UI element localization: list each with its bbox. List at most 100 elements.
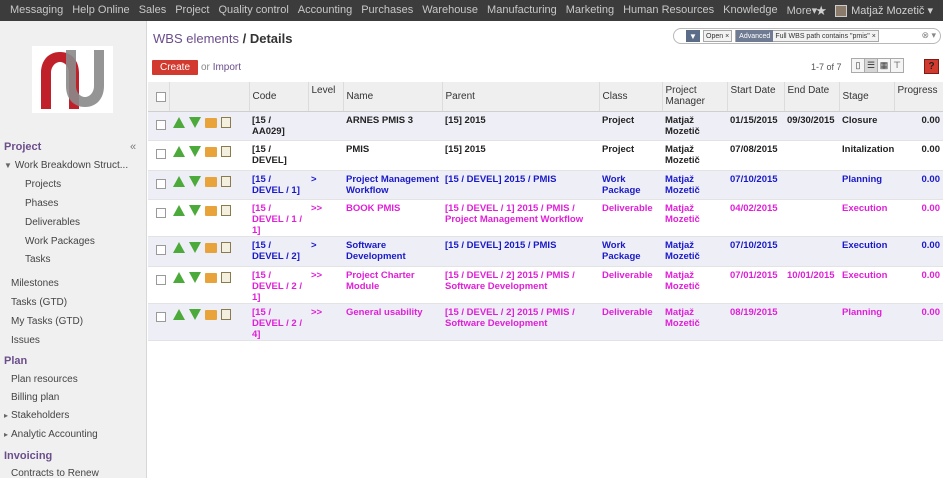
column-header-end-date[interactable]: End Date (784, 82, 840, 112)
sidebar-item-wbs[interactable]: ▼ Work Breakdown Struct... (4, 160, 128, 171)
table-row[interactable]: [15 / DEVEL] PMIS [15] 2015 Project Matjaž M… (148, 140, 943, 171)
column-header-project-manager[interactable]: Project Manager (662, 82, 728, 112)
edit-icon[interactable] (221, 205, 231, 216)
sidebar-item-billing-plan[interactable]: Billing plan (11, 392, 59, 403)
folder-icon[interactable] (205, 243, 217, 253)
sidebar-item-projects[interactable]: Projects (25, 179, 61, 190)
column-header-progress[interactable]: Progress (894, 82, 943, 112)
edit-icon[interactable] (221, 116, 231, 128)
edit-icon[interactable] (221, 271, 231, 283)
row-checkbox[interactable] (156, 149, 166, 159)
column-header-parent[interactable]: Parent (442, 82, 600, 112)
table-row[interactable]: [15 / DEVEL / 2] > Software Development [15… (148, 236, 943, 267)
move-down-icon[interactable] (189, 205, 201, 216)
top-menu-item[interactable]: Messaging (5, 4, 67, 17)
move-down-icon[interactable] (189, 271, 201, 283)
breadcrumb[interactable]: WBS elements (153, 31, 239, 46)
search-facet-advanced[interactable]: Advanced Full WBS path contains "pmis" × (735, 30, 879, 42)
row-checkbox[interactable] (156, 178, 166, 189)
table-row[interactable]: [15 / DEVEL / 1] > Project Management Work… (148, 170, 943, 200)
move-down-icon[interactable] (189, 308, 201, 320)
top-menu-item[interactable]: Purchases (356, 4, 417, 17)
help-icon[interactable]: ? (924, 59, 939, 74)
move-up-icon[interactable] (173, 205, 185, 216)
cell-name: Project Management Workflow (343, 170, 442, 200)
top-menu-item[interactable]: Sales (134, 4, 171, 17)
cell-project-manager: Matjaž Mozetič (662, 303, 727, 341)
top-menu-item[interactable]: Marketing (561, 4, 618, 17)
collapsed-triangle-icon: ▸ (4, 411, 9, 420)
user-menu[interactable]: Matjaž Mozetič ▾ (835, 4, 933, 17)
kanban-view-icon[interactable]: ▦ (877, 58, 891, 73)
sidebar-item-tasks-gtd[interactable]: Tasks (GTD) (11, 297, 67, 308)
row-checkbox[interactable] (156, 274, 166, 285)
column-header-level[interactable]: Level (308, 82, 344, 112)
sidebar-item-my-tasks-gtd[interactable]: My Tasks (GTD) (11, 316, 83, 327)
table-row[interactable]: [15 / DEVEL / 2 / 4] >> General usability[… (148, 303, 943, 341)
table-row[interactable]: [15 / DEVEL / 1 / 1] >> BOOK PMIS [15 / DEV… (148, 199, 943, 237)
cell-class: Deliverable (599, 303, 662, 341)
search-options-icon[interactable]: ⊗ ▾ (921, 30, 936, 41)
folder-icon[interactable] (205, 117, 217, 128)
sidebar-item-contracts-to-renew[interactable]: Contracts to Renew (11, 468, 99, 478)
move-up-icon[interactable] (173, 242, 185, 253)
sidebar-item-plan-resources[interactable]: Plan resources (11, 374, 78, 385)
sidebar-item-phases[interactable]: Phases (25, 198, 58, 209)
column-header-name[interactable]: Name (343, 82, 443, 112)
form-view-icon[interactable]: ▯ (851, 58, 865, 73)
sidebar-item-stakeholders[interactable]: ▸ Stakeholders (4, 410, 69, 421)
edit-icon[interactable] (221, 242, 231, 253)
column-header-start-date[interactable]: Start Date (727, 82, 785, 112)
row-checkbox[interactable] (156, 208, 166, 218)
sidebar-item-deliverables[interactable]: Deliverables (25, 217, 80, 228)
edit-icon[interactable] (221, 175, 231, 187)
table-row[interactable]: [15 / DEVEL / 2 / 1] >> Project Charter Mo… (148, 266, 943, 304)
list-view-icon[interactable]: ☰ (864, 58, 878, 73)
search-input[interactable]: ▼ Open × Advanced Full WBS path contains … (673, 28, 941, 44)
import-link[interactable]: Import (213, 62, 241, 73)
edit-icon[interactable] (221, 146, 231, 157)
move-down-icon[interactable] (189, 116, 201, 128)
row-checkbox[interactable] (156, 311, 166, 322)
column-header-class[interactable]: Class (599, 82, 663, 112)
move-up-icon[interactable] (173, 146, 185, 157)
top-menu-item[interactable]: Help Online (67, 4, 133, 17)
move-up-icon[interactable] (173, 271, 185, 283)
folder-icon[interactable] (205, 147, 217, 157)
sidebar-item-issues[interactable]: Issues (11, 335, 40, 346)
row-checkbox[interactable] (156, 119, 166, 130)
sidebar-collapse-icon[interactable]: « (130, 141, 136, 153)
top-menu-item[interactable]: Quality control (213, 4, 292, 17)
table-row[interactable]: [15 / AA029] ARNES PMIS 3 [15] 2015 Project… (148, 111, 943, 141)
top-menu-item[interactable]: Accounting (293, 4, 356, 17)
move-down-icon[interactable] (189, 146, 201, 157)
sidebar-item-analytic-accounting[interactable]: ▸ Analytic Accounting (4, 429, 98, 440)
top-menu-item[interactable]: Knowledge (718, 4, 781, 17)
create-button[interactable]: Create (152, 60, 198, 75)
filter-funnel-icon: ▼ (686, 30, 700, 42)
star-icon[interactable]: ★ (815, 3, 827, 19)
move-up-icon[interactable] (173, 308, 185, 320)
select-all-checkbox[interactable] (156, 92, 166, 103)
search-facet-open[interactable]: Open × (703, 30, 733, 42)
move-down-icon[interactable] (189, 175, 201, 187)
column-header-code[interactable]: Code (249, 82, 309, 112)
column-header-stage[interactable]: Stage (839, 82, 895, 112)
folder-icon[interactable] (205, 206, 217, 216)
top-menu-item[interactable]: Manufacturing (482, 4, 561, 17)
folder-icon[interactable] (205, 176, 217, 187)
top-menu-item[interactable]: Warehouse (417, 4, 482, 17)
sidebar-item-tasks[interactable]: Tasks (25, 254, 51, 265)
top-menu-item[interactable]: Project (170, 4, 213, 17)
gantt-view-icon[interactable]: ⊤ (890, 58, 904, 73)
move-up-icon[interactable] (173, 175, 185, 187)
move-down-icon[interactable] (189, 242, 201, 253)
folder-icon[interactable] (205, 309, 217, 320)
row-checkbox[interactable] (156, 245, 166, 255)
top-menu-item[interactable]: Human Resources (618, 4, 718, 17)
move-up-icon[interactable] (173, 116, 185, 128)
sidebar-item-work-packages[interactable]: Work Packages (25, 236, 95, 247)
sidebar-item-milestones[interactable]: Milestones (11, 278, 59, 289)
folder-icon[interactable] (205, 272, 217, 283)
edit-icon[interactable] (221, 308, 231, 320)
